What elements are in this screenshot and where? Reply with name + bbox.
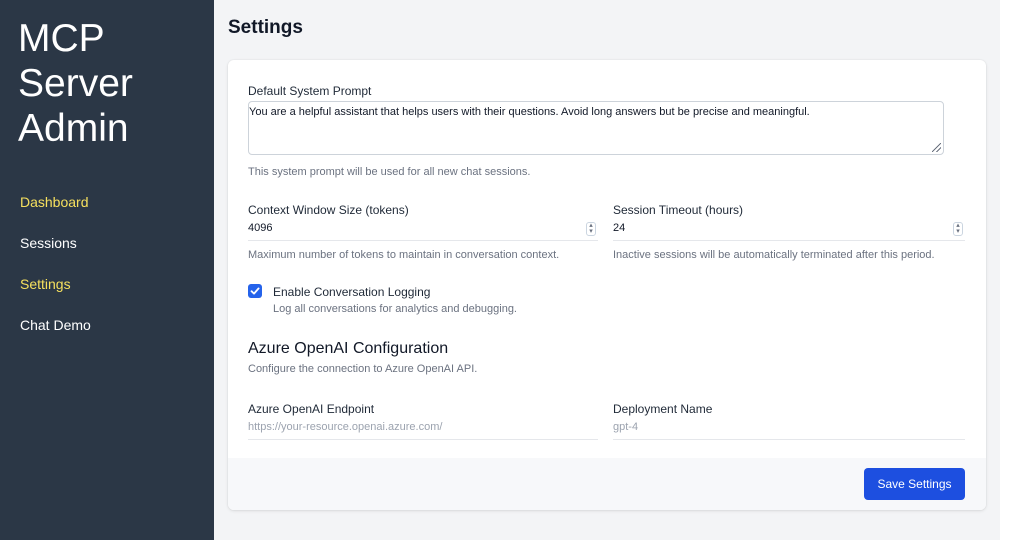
save-settings-button[interactable]: Save Settings: [864, 468, 965, 500]
sidebar-item-chat-demo[interactable]: Chat Demo: [20, 315, 91, 356]
page-title: Settings: [228, 17, 303, 38]
sidebar-item-settings[interactable]: Settings: [20, 274, 91, 315]
logging-help: Log all conversations for analytics and …: [273, 303, 517, 315]
azure-endpoint-label: Azure OpenAI Endpoint: [248, 402, 375, 416]
checkmark-icon: [250, 287, 260, 295]
logging-checkbox[interactable]: [248, 284, 262, 298]
context-window-value: 4096: [248, 222, 273, 234]
sidebar: MCP Server Admin Dashboard Sessions Sett…: [0, 0, 214, 540]
session-timeout-label: Session Timeout (hours): [613, 203, 744, 217]
sidebar-nav: Dashboard Sessions Settings Chat Demo: [20, 192, 91, 356]
context-window-spinner-icon[interactable]: ▴ ▾: [586, 222, 596, 236]
azure-endpoint-input[interactable]: https://your-resource.openai.azure.com/: [248, 418, 598, 440]
azure-section-title: Azure OpenAI Configuration: [248, 340, 449, 357]
deployment-name-input[interactable]: gpt-4: [613, 418, 965, 440]
session-timeout-value: 24: [613, 222, 626, 234]
system-prompt-label: Default System Prompt: [248, 84, 372, 98]
window-gutter: [1000, 0, 1024, 540]
sidebar-item-sessions[interactable]: Sessions: [20, 233, 91, 274]
session-timeout-spinner-icon[interactable]: ▴ ▾: [953, 222, 963, 236]
deployment-name-label: Deployment Name: [613, 402, 713, 416]
resize-handle-icon[interactable]: [932, 143, 941, 152]
azure-endpoint-placeholder: https://your-resource.openai.azure.com/: [248, 421, 443, 433]
system-prompt-textarea[interactable]: You are a helpful assistant that helps u…: [248, 101, 944, 155]
sidebar-item-dashboard[interactable]: Dashboard: [20, 192, 91, 233]
system-prompt-help: This system prompt will be used for all …: [248, 166, 531, 178]
app-brand-title: MCP Server Admin: [18, 17, 133, 150]
deployment-name-placeholder: gpt-4: [613, 421, 639, 433]
session-timeout-input[interactable]: 24 ▴ ▾: [613, 219, 965, 241]
context-window-input[interactable]: 4096 ▴ ▾: [248, 219, 598, 241]
context-window-help: Maximum number of tokens to maintain in …: [248, 249, 560, 261]
card-footer: Save Settings: [228, 458, 986, 510]
azure-section-subtitle: Configure the connection to Azure OpenAI…: [248, 363, 478, 375]
session-timeout-help: Inactive sessions will be automatically …: [613, 249, 935, 261]
context-window-label: Context Window Size (tokens): [248, 203, 409, 217]
logging-label[interactable]: Enable Conversation Logging: [273, 285, 430, 299]
system-prompt-value: You are a helpful assistant that helps u…: [249, 106, 810, 118]
settings-card: Default System Prompt You are a helpful …: [228, 60, 986, 510]
